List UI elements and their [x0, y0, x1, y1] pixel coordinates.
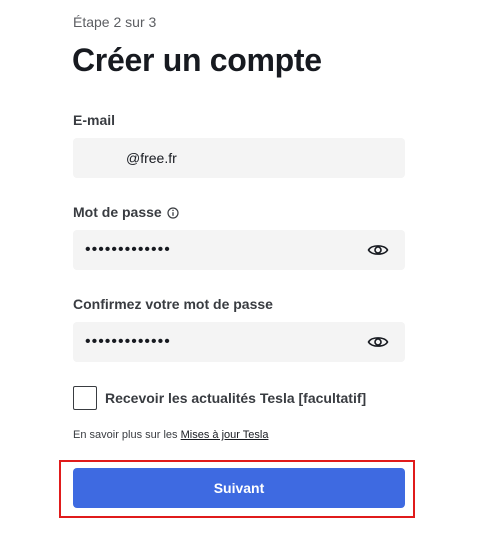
- email-field[interactable]: [73, 138, 405, 178]
- password-field-container: [73, 230, 405, 270]
- email-label-text: E-mail: [73, 112, 116, 128]
- newsletter-checkbox-label[interactable]: Recevoir les actualités Tesla [facultati…: [105, 390, 366, 406]
- email-field-container: [73, 138, 405, 178]
- eye-icon[interactable]: [367, 332, 389, 352]
- password-field[interactable]: [73, 230, 405, 270]
- step-indicator: Étape 2 sur 3: [73, 14, 157, 30]
- page-title: Créer un compte: [72, 42, 322, 78]
- confirm-password-field-container: [73, 322, 405, 362]
- tesla-updates-link[interactable]: Mises à jour Tesla: [181, 429, 269, 441]
- confirm-password-field[interactable]: [73, 322, 405, 362]
- next-button[interactable]: Suivant: [73, 468, 405, 508]
- password-label-text: Mot de passe: [73, 204, 162, 220]
- email-label: E-mail: [73, 112, 115, 128]
- confirm-password-label: Confirmez votre mot de passe: [73, 296, 273, 312]
- confirm-password-label-text: Confirmez votre mot de passe: [73, 296, 273, 312]
- password-label: Mot de passe: [73, 204, 179, 220]
- newsletter-checkbox[interactable]: [73, 386, 97, 410]
- info-icon[interactable]: [167, 206, 179, 219]
- learn-more-text: En savoir plus sur les Mises à jour Tesl…: [73, 429, 268, 441]
- eye-icon[interactable]: [367, 240, 389, 260]
- learn-more-prefix: En savoir plus sur les: [73, 429, 181, 441]
